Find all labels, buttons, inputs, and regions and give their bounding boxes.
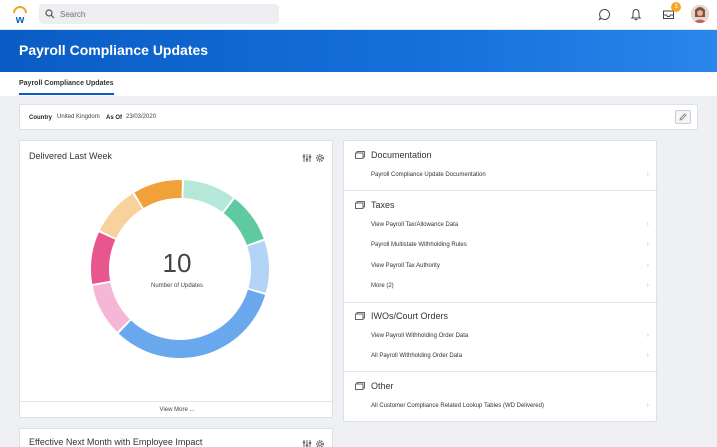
- link-lookup-tables[interactable]: All Customer Compliance Related Lookup T…: [371, 402, 649, 409]
- view-more-link[interactable]: View More ...: [20, 401, 334, 417]
- update-count-label: Number of Updates: [150, 283, 204, 289]
- link-tax-allowance[interactable]: View Payroll Tax/Allowance Data ›: [371, 221, 649, 228]
- donut-segment[interactable]: [99, 193, 143, 239]
- top-bar: w 3: [0, 0, 717, 30]
- effective-next-month-card: Effective Next Month with Employee Impac…: [19, 428, 333, 447]
- gear-icon[interactable]: [315, 436, 325, 447]
- filter-bar: Country United Kingdom As Of 23/03/2020: [19, 104, 698, 130]
- workday-logo-icon[interactable]: w: [10, 5, 30, 26]
- country-value: United Kingdom: [57, 114, 100, 120]
- search-icon: [45, 9, 55, 19]
- link-label: All Payroll Withholding Order Data: [371, 353, 463, 359]
- svg-text:w: w: [15, 14, 25, 25]
- divider: [344, 302, 658, 303]
- search-box[interactable]: [39, 4, 279, 24]
- link-view-withholding[interactable]: View Payroll Withholding Order Data ›: [371, 332, 649, 339]
- donut-segment[interactable]: [118, 289, 266, 358]
- update-count: 10: [162, 248, 192, 278]
- divider: [344, 190, 658, 191]
- chevron-right-icon: ›: [646, 241, 649, 248]
- link-label: Payroll Multistate Withholding Rules: [371, 242, 467, 248]
- donut-segment[interactable]: [92, 282, 130, 333]
- tab-strip: Payroll Compliance Updates: [0, 72, 717, 96]
- donut-segment[interactable]: [223, 198, 264, 245]
- donut-segment[interactable]: [134, 180, 182, 209]
- link-more[interactable]: More (2) ›: [371, 282, 649, 289]
- search-input[interactable]: [60, 9, 260, 19]
- link-label: View Payroll Tax Authority: [371, 263, 440, 269]
- chevron-right-icon: ›: [646, 221, 649, 228]
- link-label: Payroll Compliance Update Documentation: [371, 172, 486, 178]
- filter-icon[interactable]: [302, 150, 312, 168]
- chevron-right-icon: ›: [646, 282, 649, 289]
- folder-icon: [355, 312, 365, 320]
- chat-icon[interactable]: [595, 5, 613, 23]
- card-title: Delivered Last Week: [29, 151, 112, 161]
- link-documentation[interactable]: Payroll Compliance Update Documentation …: [371, 171, 649, 178]
- tab-payroll-compliance-updates[interactable]: Payroll Compliance Updates: [19, 80, 114, 95]
- links-panel: Documentation Payroll Compliance Update …: [343, 140, 658, 422]
- chevron-right-icon: ›: [646, 332, 649, 339]
- folder-icon: [355, 201, 365, 209]
- link-all-withholding[interactable]: All Payroll Withholding Order Data ›: [371, 352, 649, 359]
- link-tax-authority[interactable]: View Payroll Tax Authority ›: [371, 262, 649, 269]
- divider: [344, 371, 658, 372]
- folder-icon: [355, 382, 365, 390]
- link-label: More (2): [371, 283, 394, 289]
- chevron-right-icon: ›: [646, 262, 649, 269]
- page-header: Payroll Compliance Updates: [0, 30, 717, 72]
- link-multistate-rules[interactable]: Payroll Multistate Withholding Rules ›: [371, 241, 649, 248]
- country-label: Country: [29, 115, 52, 121]
- avatar[interactable]: [691, 5, 709, 23]
- section-title: Other: [371, 381, 394, 391]
- donut-segment[interactable]: [183, 180, 234, 213]
- bell-icon[interactable]: [627, 5, 645, 23]
- page-title: Payroll Compliance Updates: [19, 42, 209, 58]
- chevron-right-icon: ›: [646, 352, 649, 359]
- filter-icon[interactable]: [302, 436, 312, 447]
- section-title: Documentation: [371, 150, 432, 160]
- card-title: Effective Next Month with Employee Impac…: [29, 437, 203, 447]
- notification-badge: 3: [671, 2, 681, 12]
- chevron-right-icon: ›: [646, 402, 649, 409]
- pencil-icon: [679, 113, 687, 121]
- delivered-last-week-card: Delivered Last Week 10 Number of Updates…: [19, 140, 334, 418]
- chevron-right-icon: ›: [646, 171, 649, 178]
- gear-icon[interactable]: [315, 150, 325, 168]
- link-label: View Payroll Tax/Allowance Data: [371, 222, 459, 228]
- section-title: IWOs/Court Orders: [371, 311, 449, 321]
- link-label: View Payroll Withholding Order Data: [371, 333, 469, 339]
- folder-icon: [355, 151, 365, 159]
- asof-value: 23/03/2020: [126, 114, 157, 120]
- section-title: Taxes: [371, 200, 395, 210]
- link-label: All Customer Compliance Related Lookup T…: [371, 403, 544, 409]
- asof-label: As Of: [106, 115, 123, 121]
- edit-button[interactable]: [675, 110, 691, 124]
- inbox-icon[interactable]: 3: [659, 2, 681, 23]
